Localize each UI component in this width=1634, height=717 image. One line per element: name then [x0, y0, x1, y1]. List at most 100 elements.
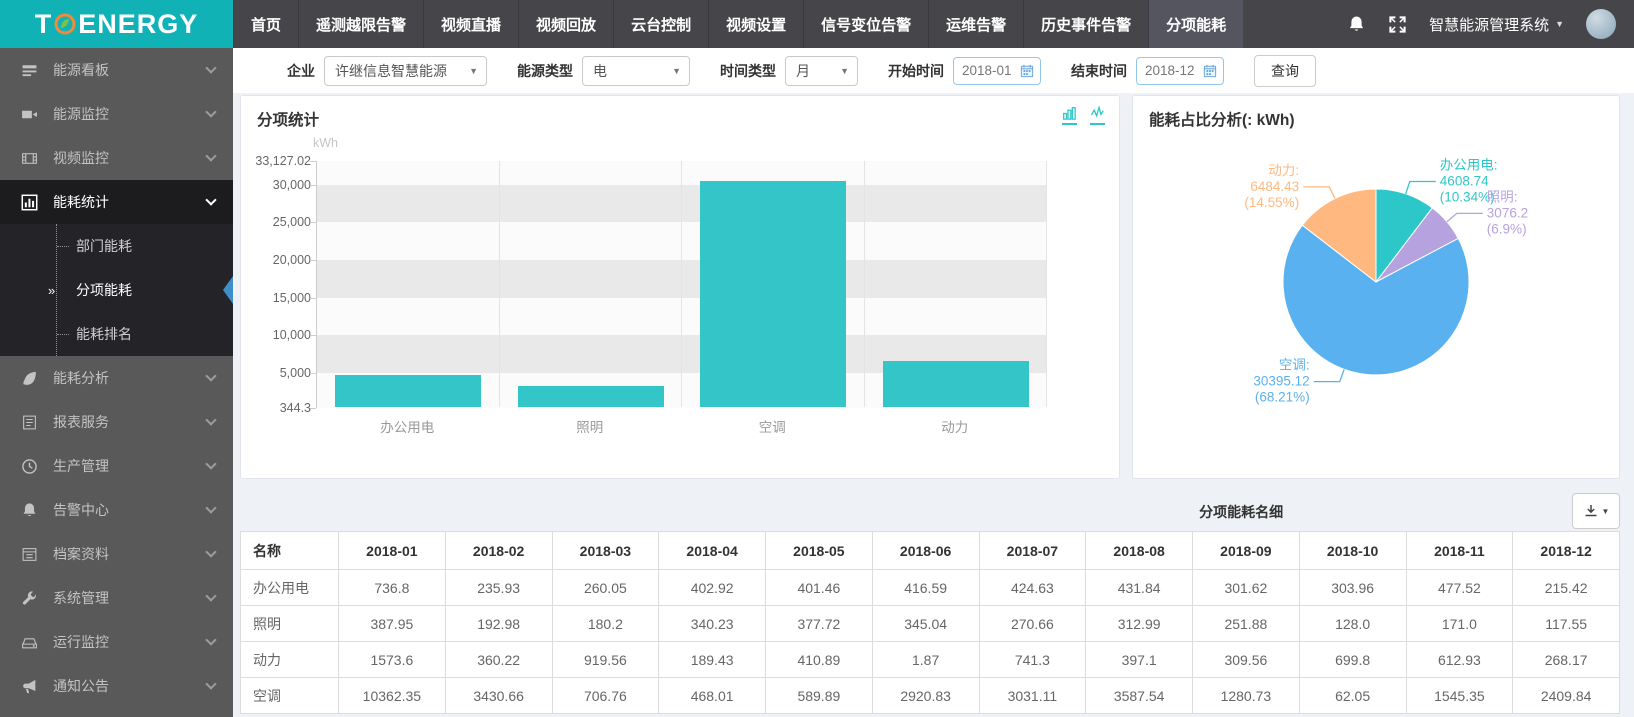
sidebar-item-能耗统计[interactable]: 能耗统计 [0, 180, 233, 224]
chevron-down-icon [205, 678, 216, 689]
sidebar-item-能耗分析[interactable]: 能耗分析 [0, 356, 233, 400]
query-button[interactable]: 查询 [1254, 55, 1316, 87]
bar-动力[interactable] [883, 361, 1029, 407]
sidebar-item-报表服务[interactable]: 报表服务 [0, 400, 233, 444]
chevron-down-icon: ▼ [672, 66, 681, 76]
y-tick-label: 20,000 [245, 253, 311, 267]
sidebar-item-能源看板[interactable]: 能源看板 [0, 48, 233, 92]
value-cell: 3031.11 [979, 678, 1086, 714]
detail-table-section: 分项能耗名细 ▼ 名称2018-012018-022018-032018-042… [240, 491, 1620, 714]
sidebar-item-能源监控[interactable]: 能源监控 [0, 92, 233, 136]
y-tick-label: 10,000 [245, 328, 311, 342]
sidebar-subitem-分项能耗[interactable]: »分项能耗 [0, 268, 233, 312]
row-name-cell: 空调 [241, 678, 339, 714]
chevron-down-icon: ▼ [1602, 507, 1610, 516]
energy-type-select[interactable]: 电 ▼ [582, 56, 690, 86]
nav-tab[interactable]: 视频回放 [518, 0, 613, 48]
vertical-gridline [499, 161, 500, 407]
nav-tab[interactable]: 运维告警 [928, 0, 1023, 48]
nav-tab[interactable]: 视频直播 [423, 0, 518, 48]
pie-label-空调: 空调:30395.12(68.21%) [1253, 358, 1309, 405]
y-tick-label: 30,000 [245, 178, 311, 192]
start-date-input[interactable]: 2018-01 [953, 57, 1041, 85]
value-cell: 2409.84 [1513, 678, 1620, 714]
table-header-cell: 2018-04 [659, 532, 766, 570]
chevron-down-icon [205, 150, 216, 161]
x-category-label: 动力 [864, 416, 1047, 436]
chevron-down-icon [205, 106, 216, 117]
y-tick-mark [310, 373, 316, 374]
tree-connector [57, 246, 69, 247]
row-name-cell: 办公用电 [241, 570, 339, 606]
nav-tab[interactable]: 信号变位告警 [803, 0, 928, 48]
table-body: 办公用电736.8235.93260.05402.92401.46416.594… [241, 570, 1620, 714]
time-type-select[interactable]: 月 ▼ [785, 56, 858, 86]
wrench-icon [20, 589, 39, 608]
camera-icon [20, 105, 39, 124]
value-cell: 1545.35 [1406, 678, 1513, 714]
value-cell: 189.43 [659, 642, 766, 678]
value-cell: 171.0 [1406, 606, 1513, 642]
charts-row: 分项统计 kWh 33,127.0230,00025,00020,00015,0… [240, 95, 1620, 479]
pie-label-照明: 照明:3076.2(6.9%) [1487, 189, 1528, 236]
bar-chart-card: 分项统计 kWh 33,127.0230,00025,00020,00015,0… [240, 95, 1120, 479]
end-date-input[interactable]: 2018-12 [1136, 57, 1224, 85]
value-cell: 3587.54 [1086, 678, 1193, 714]
pie-label-leader [1303, 187, 1335, 199]
sidebar-item-label: 能源看板 [53, 60, 207, 80]
sidebar-item-生产管理[interactable]: 生产管理 [0, 444, 233, 488]
energy-detail-table: 名称2018-012018-022018-032018-042018-05201… [240, 531, 1620, 714]
sidebar-item-视频监控[interactable]: 视频监控 [0, 136, 233, 180]
start-date-value: 2018-01 [962, 63, 1020, 78]
system-name-menu[interactable]: 智慧能源管理系统 ▼ [1429, 14, 1564, 35]
pie-chart-title: 能耗占比分析(: kWh) [1149, 108, 1295, 130]
x-category-label: 照明 [499, 416, 682, 436]
user-avatar[interactable] [1586, 9, 1616, 39]
value-cell: 612.93 [1406, 642, 1513, 678]
nav-tab[interactable]: 历史事件告警 [1023, 0, 1148, 48]
sidebar-item-运行监控[interactable]: 运行监控 [0, 620, 233, 664]
value-cell: 736.8 [339, 570, 446, 606]
sidebar-subitem-能耗排名[interactable]: 能耗排名 [0, 312, 233, 356]
value-cell: 215.42 [1513, 570, 1620, 606]
sidebar-item-档案资料[interactable]: 档案资料 [0, 532, 233, 576]
sidebar-item-label: 生产管理 [53, 456, 207, 476]
bar-办公用电[interactable] [335, 375, 481, 407]
vertical-gridline [864, 161, 865, 407]
value-cell: 10362.35 [339, 678, 446, 714]
bar-空调[interactable] [700, 181, 846, 407]
value-cell: 301.62 [1193, 570, 1300, 606]
bar-照明[interactable] [518, 386, 664, 407]
value-cell: 251.88 [1193, 606, 1300, 642]
fullscreen-icon[interactable] [1388, 15, 1407, 34]
pie-label-leader [1406, 182, 1436, 194]
sidebar-submenu: 部门能耗»分项能耗能耗排名 [0, 224, 233, 356]
value-cell: 1.87 [872, 642, 979, 678]
nav-tab[interactable]: 云台控制 [613, 0, 708, 48]
nav-tab[interactable]: 首页 [233, 0, 298, 48]
nav-tab[interactable]: 遥测越限告警 [298, 0, 423, 48]
enterprise-select[interactable]: 许继信息智慧能源 ▼ [324, 56, 487, 86]
sidebar-subitem-部门能耗[interactable]: 部门能耗 [0, 224, 233, 268]
sidebar-item-label: 系统管理 [53, 588, 207, 608]
row-name-cell: 动力 [241, 642, 339, 678]
top-bar: TENERGY 首页遥测越限告警视频直播视频回放云台控制视频设置信号变位告警运维… [0, 0, 1634, 48]
notification-bell-icon[interactable] [1347, 15, 1366, 34]
sidebar-item-label: 通知公告 [53, 676, 207, 696]
value-cell: 2920.83 [872, 678, 979, 714]
nav-tab[interactable]: 分项能耗 [1148, 0, 1243, 48]
table-header-cell: 2018-11 [1406, 532, 1513, 570]
value-cell: 431.84 [1086, 570, 1193, 606]
table-header-row: 名称2018-012018-022018-032018-042018-05201… [241, 532, 1620, 570]
pie-label-leader [1447, 213, 1483, 221]
sidebar-item-label: 档案资料 [53, 544, 207, 564]
sidebar-item-告警中心[interactable]: 告警中心 [0, 488, 233, 532]
dashboard-icon [20, 61, 39, 80]
export-button[interactable]: ▼ [1572, 493, 1620, 529]
sidebar-item-系统管理[interactable]: 系统管理 [0, 576, 233, 620]
main-content: 企业 许继信息智慧能源 ▼ 能源类型 电 ▼ 时间类型 月 ▼ [233, 48, 1634, 717]
table-header-cell: 2018-06 [872, 532, 979, 570]
nav-tab[interactable]: 视频设置 [708, 0, 803, 48]
sidebar-item-label: 能耗统计 [53, 192, 207, 212]
sidebar-item-通知公告[interactable]: 通知公告 [0, 664, 233, 708]
